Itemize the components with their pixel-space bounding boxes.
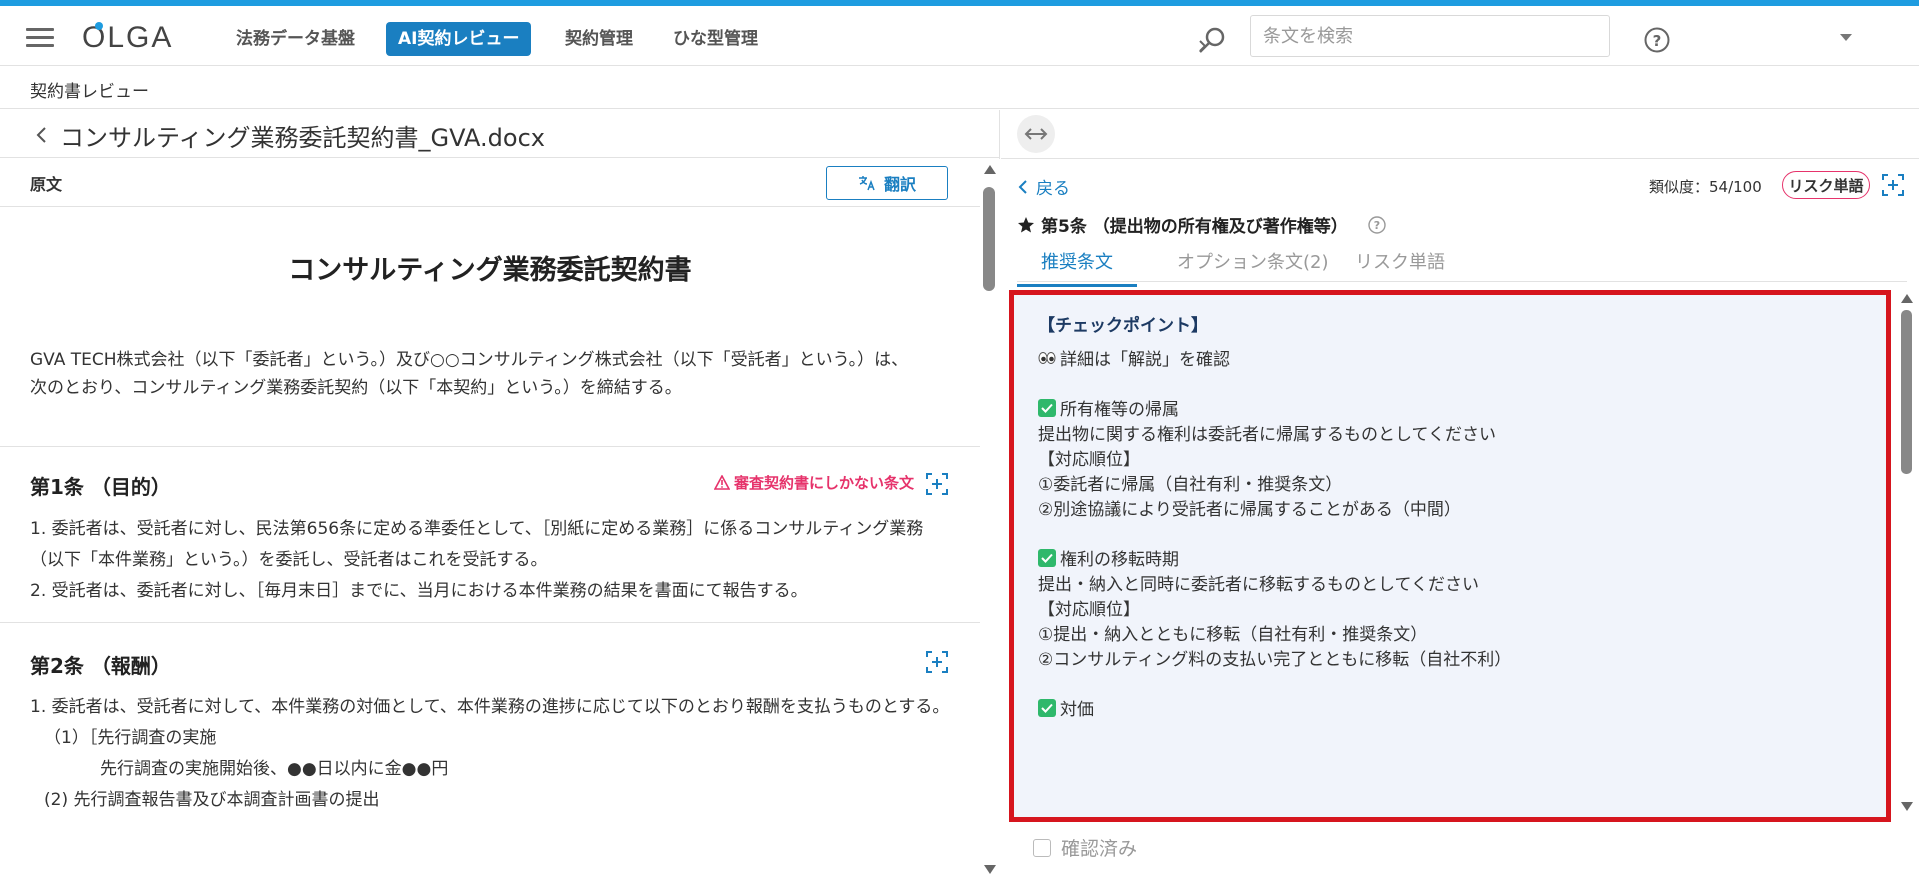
nav-legal-data[interactable]: 法務データ基盤 <box>226 22 365 56</box>
translate-button[interactable]: 翻訳 <box>826 166 948 200</box>
unique-clause-label: 審査契約書にしかない条文 <box>734 474 915 492</box>
svg-text:?: ? <box>1653 32 1662 50</box>
clause-search-input[interactable] <box>1250 15 1610 57</box>
help-icon[interactable]: ? <box>1368 215 1386 234</box>
scroll-thumb[interactable] <box>1901 310 1912 474</box>
section-2-line-4: ②コンサルティング料の支払い完了とともに移転（自社不利） <box>1038 650 1512 670</box>
article-1-title: 第1条 （目的） <box>30 475 171 499</box>
section-3-title: 対価 <box>1038 695 1094 720</box>
section-1-line-2: 【対応順位】 <box>1038 450 1140 470</box>
back-link[interactable]: 戻る <box>1018 174 1070 199</box>
checkpoint-panel: 【チェックポイント】 詳細は「解説」を確認 所有権等の帰属 提出物に関する権利は… <box>1009 290 1891 822</box>
warning-icon <box>714 475 730 490</box>
article-2-focus-icon[interactable] <box>926 651 948 673</box>
star-icon <box>1018 216 1034 232</box>
section-1-title: 所有権等の帰属 <box>1038 395 1179 420</box>
section-2-line-1: 提出・納入と同時に委託者に移転するものとしてください <box>1038 575 1479 595</box>
tab-risk-words[interactable]: リスク単語 <box>1331 248 1469 284</box>
scroll-down-arrow[interactable] <box>984 865 996 874</box>
check-mark-icon <box>1038 548 1056 567</box>
section-1-line-3: ①委託者に帰属（自社有利・推奨条文） <box>1038 475 1343 495</box>
article-1-para-1: 1. 委託者は、受託者に対し、民法第656条に定める準委任として、［別紙に定める… <box>30 519 924 570</box>
nav-contract-management[interactable]: 契約管理 <box>555 22 643 56</box>
article-1-focus-icon[interactable] <box>926 473 948 495</box>
horizontal-arrows-icon <box>1024 128 1048 140</box>
back-label: 戻る <box>1036 179 1070 199</box>
article-2-item-2: (2) 先行調査報告書及び本調査計画書の提出 <box>44 790 380 810</box>
app-header: OLGA 法務データ基盤 AI契約レビュー 契約管理 ひな型管理 ? <box>0 6 1919 66</box>
tab-recommended[interactable]: 推奨条文 <box>1017 248 1137 287</box>
original-label: 原文 <box>30 175 63 194</box>
scroll-thumb[interactable] <box>983 187 995 291</box>
article-2-title: 第2条 （報酬） <box>30 654 171 678</box>
section-1-line-4: ②別途協議により受託者に帰属することがある（中間） <box>1038 500 1461 520</box>
nav-ai-review[interactable]: AI契約レビュー <box>386 22 532 56</box>
original-document-pane: コンサルティング業務委託契約書_GVA.docx 原文 翻訳 コンサルティング業… <box>0 110 1000 875</box>
back-chevron-icon[interactable] <box>34 126 48 144</box>
svg-text:?: ? <box>1374 219 1380 232</box>
help-icon[interactable]: ? <box>1644 27 1670 53</box>
nav-template-management[interactable]: ひな型管理 <box>663 22 768 56</box>
section-2-line-2: 【対応順位】 <box>1038 600 1140 620</box>
translate-label: 翻訳 <box>883 175 916 194</box>
document-title: コンサルティング業務委託契約書_GVA.docx <box>60 124 545 152</box>
document-titlebar: コンサルティング業務委託契約書_GVA.docx <box>0 110 1000 158</box>
divider <box>0 622 980 623</box>
document-body: コンサルティング業務委託契約書 GVA TECH株式会社（以下「委託者」という。… <box>0 208 980 875</box>
scroll-down-arrow[interactable] <box>1901 802 1913 811</box>
account-caret-icon[interactable] <box>1838 30 1854 46</box>
article-2-item-1: （1）［先行調査の実施 <box>44 728 217 748</box>
section-2-line-3: ①提出・納入とともに移転（自社有利・推奨条文） <box>1038 625 1428 645</box>
review-pane: 戻る 類似度：54/100 リスク単語 第5条 （提出物の所有権及び著作権等） … <box>1001 110 1919 875</box>
checkpoint-scrollbar[interactable] <box>1897 290 1917 822</box>
confirmed-checkbox-row[interactable]: 確認済み <box>1033 834 1137 861</box>
resize-pane-button[interactable] <box>1017 115 1055 153</box>
scroll-up-arrow[interactable] <box>984 165 996 174</box>
divider <box>1001 158 1919 159</box>
article-2-body: 1. 委託者は、受託者に対して、本件業務の対価として、本件業務の進捗に応じて以下… <box>30 692 950 816</box>
clause-search-icon[interactable] <box>1196 25 1228 57</box>
translate-icon <box>858 176 875 191</box>
document-scrollbar[interactable] <box>980 159 1000 875</box>
olga-logo[interactable]: OLGA <box>82 18 192 54</box>
checkpoint-detail-text: 詳細は「解説」を確認 <box>1060 350 1230 370</box>
section-3-title-text: 対価 <box>1060 700 1094 720</box>
original-toolbar: 原文 翻訳 <box>0 159 980 207</box>
divider <box>0 446 980 447</box>
breadcrumb-label: 契約書レビュー <box>30 82 149 102</box>
checkpoint-heading: 【チェックポイント】 <box>1038 316 1208 336</box>
unique-clause-badge: 審査契約書にしかない条文 <box>714 472 914 493</box>
article-2-item-1-detail: 先行調査の実施開始後、●●日以内に金●●円 <box>100 759 449 779</box>
article-1-body: 1. 委託者は、受託者に対し、民法第656条に定める準委任として、［別紙に定める… <box>30 514 950 607</box>
scroll-up-arrow[interactable] <box>1901 294 1913 303</box>
confirmed-label: 確認済み <box>1061 838 1138 860</box>
clause-title-text: 第5条 （提出物の所有権及び著作権等） <box>1041 217 1348 237</box>
section-2-title: 権利の移転時期 <box>1038 545 1179 570</box>
tab-options[interactable]: オプション条文(2) <box>1153 248 1353 284</box>
checkpoint-detail: 詳細は「解説」を確認 <box>1038 345 1230 370</box>
risk-words-pill[interactable]: リスク単語 <box>1782 171 1870 199</box>
section-2-title-text: 権利の移転時期 <box>1060 550 1179 570</box>
clause-focus-icon[interactable] <box>1882 174 1904 196</box>
menu-icon[interactable] <box>26 26 56 48</box>
document-heading: コンサルティング業務委託契約書 <box>288 255 692 286</box>
section-1-line-1: 提出物に関する権利は委託者に帰属するものとしてください <box>1038 425 1496 445</box>
check-mark-icon <box>1038 398 1056 417</box>
eyes-icon <box>1038 351 1056 364</box>
confirmed-checkbox[interactable] <box>1033 838 1051 857</box>
article-1-para-2: 2. 受託者は、委託者に対し、［毎月末日］までに、当月における本件業務の結果を書… <box>30 581 808 601</box>
breadcrumb: 契約書レビュー <box>0 67 1919 109</box>
section-1-title-text: 所有権等の帰属 <box>1060 400 1179 420</box>
check-mark-icon <box>1038 698 1056 717</box>
preamble-text: GVA TECH株式会社（以下「委託者」という。）及び○○コンサルティング株式会… <box>30 350 909 398</box>
clause-tabs: 推奨条文 オプション条文(2) リスク単語 <box>1017 240 1907 287</box>
similarity-score: 類似度：54/100 <box>1649 178 1762 196</box>
article-2-para-1: 1. 委託者は、受託者に対して、本件業務の対価として、本件業務の進捗に応じて以下… <box>30 697 950 717</box>
chevron-left-icon <box>1018 179 1027 194</box>
clause-title: 第5条 （提出物の所有権及び著作権等） ? <box>1017 212 1386 237</box>
